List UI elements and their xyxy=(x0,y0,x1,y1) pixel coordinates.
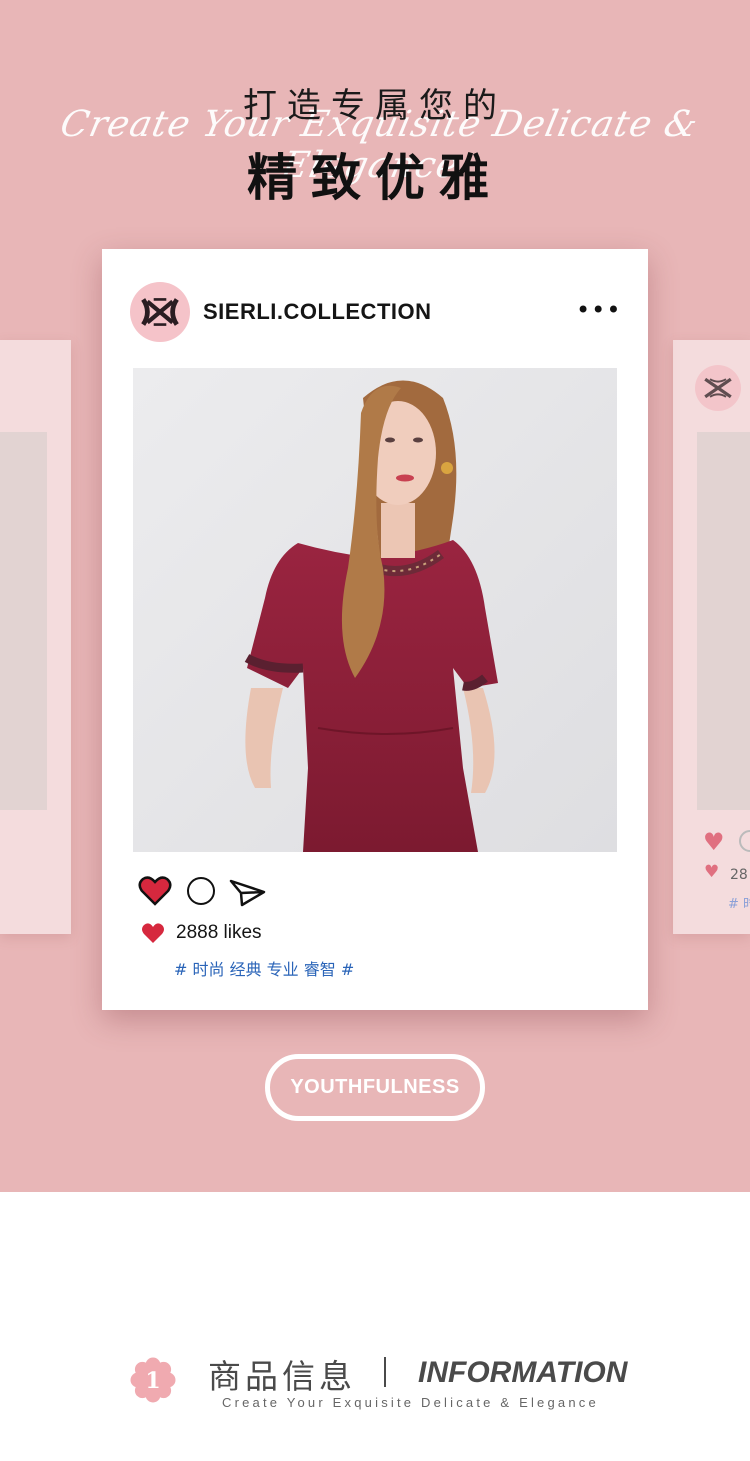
side-card-photo xyxy=(0,432,47,810)
more-options-icon[interactable]: ••• xyxy=(576,298,621,322)
post-card: SIERLI.COLLECTION ••• 2888 likes # 时尚 经典… xyxy=(102,249,648,1010)
brand-logo-icon xyxy=(695,365,741,411)
hashtags[interactable]: # 时尚 经典 专业 睿智 # xyxy=(174,956,354,980)
likes-count: 2888 likes xyxy=(176,922,262,943)
heart-icon[interactable]: ♥ xyxy=(703,830,725,854)
info-subtitle: Create Your Exquisite Delicate & Eleganc… xyxy=(222,1395,599,1410)
info-title-en: INFORMATION xyxy=(418,1356,628,1389)
send-icon[interactable] xyxy=(229,878,267,908)
brand-logo-icon[interactable] xyxy=(130,282,190,342)
likes-count: 28 xyxy=(730,867,748,883)
flower-number-icon: 1 xyxy=(130,1357,176,1403)
hero-section: Create Your Exquisite Delicate & Eleganc… xyxy=(0,0,750,1192)
side-card-left[interactable] xyxy=(0,340,71,934)
side-card-photo xyxy=(697,432,750,810)
info-number: 1 xyxy=(145,1368,160,1394)
page-title-main: 精致优雅 xyxy=(247,149,503,207)
info-divider xyxy=(384,1357,386,1387)
likes-heart-icon: ♥ xyxy=(704,862,720,882)
info-title-cn: 商品信息 xyxy=(208,1357,356,1396)
product-photo xyxy=(133,368,617,852)
page-title-top: 打造专属您的 xyxy=(243,86,507,126)
hashtags[interactable]: # 时 xyxy=(728,893,750,912)
youthfulness-badge: YOUTHFULNESS xyxy=(265,1054,485,1121)
comment-icon[interactable] xyxy=(739,830,750,852)
heart-icon[interactable] xyxy=(138,875,172,907)
side-card-right[interactable]: ♥ ♥ 28 # 时 xyxy=(673,340,750,934)
comment-icon[interactable] xyxy=(187,877,215,905)
account-name[interactable]: SIERLI.COLLECTION xyxy=(203,299,432,325)
likes-heart-icon xyxy=(142,923,164,943)
badge-label: YOUTHFULNESS xyxy=(290,1076,460,1098)
